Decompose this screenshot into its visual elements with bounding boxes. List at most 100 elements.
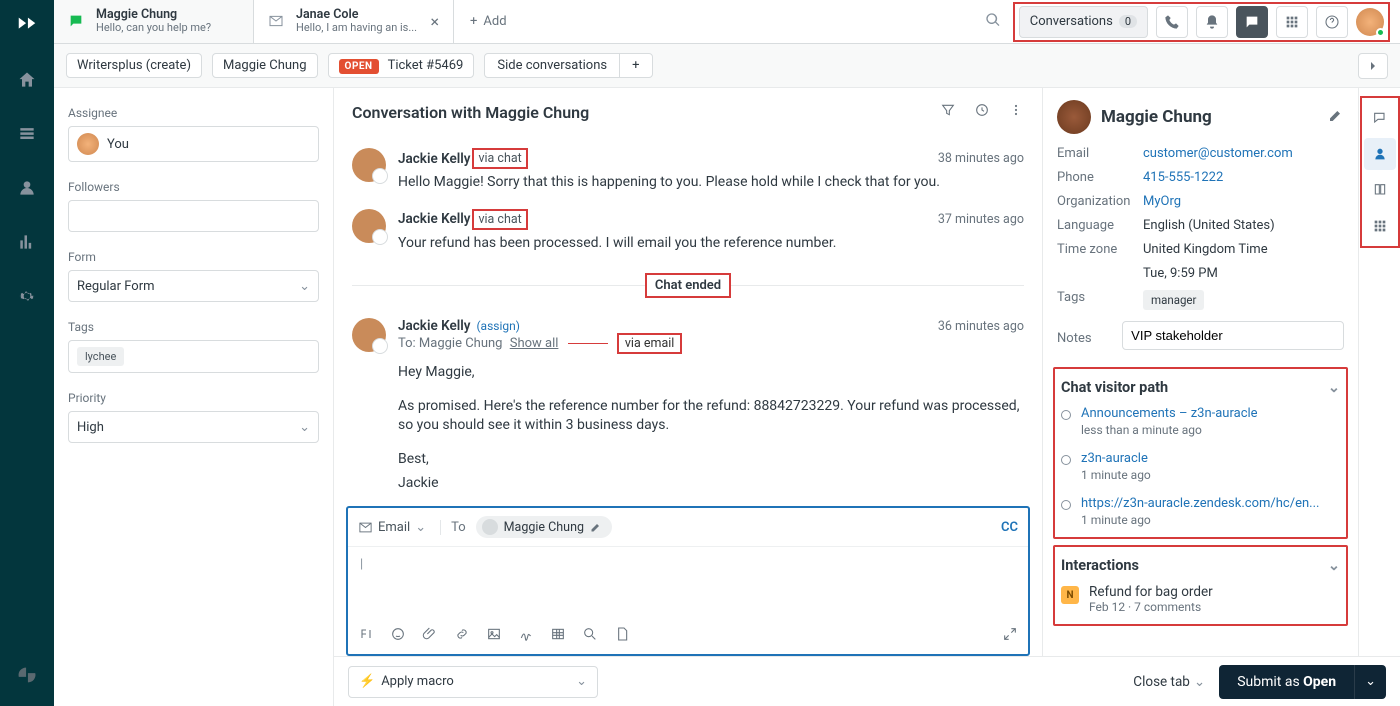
reporting-icon[interactable]: [17, 232, 37, 256]
via-chat-badge: via chat: [472, 209, 527, 230]
email-value[interactable]: customer@customer.com: [1143, 146, 1344, 161]
reply-composer: Email ⌄ To Maggie Chung CC |: [346, 506, 1030, 656]
show-all-link[interactable]: Show all: [510, 336, 559, 351]
recipient-chip[interactable]: Maggie Chung: [476, 516, 612, 538]
tab-subtitle: Hello, can you help me?: [96, 22, 211, 35]
assignee-field[interactable]: You: [68, 126, 319, 162]
cust-tag-chip: manager: [1143, 290, 1204, 310]
expand-panel-button[interactable]: [1358, 53, 1388, 79]
add-side-conversation-button[interactable]: +: [619, 54, 651, 77]
conversations-button[interactable]: Conversations 0: [1019, 6, 1148, 38]
home-icon[interactable]: [17, 70, 37, 94]
composer-textarea[interactable]: |: [348, 547, 1028, 618]
cc-button[interactable]: CC: [1001, 520, 1018, 535]
search-kb-icon[interactable]: [582, 626, 598, 646]
phone-label: Phone: [1057, 170, 1143, 185]
expand-composer-icon[interactable]: [1002, 626, 1018, 646]
message-time: 38 minutes ago: [938, 151, 1024, 166]
message-time: 36 minutes ago: [938, 319, 1024, 334]
signature-icon[interactable]: [518, 626, 534, 646]
chat-message: Jackie Kelly via chat 37 minutes ago You…: [352, 201, 1024, 262]
assign-link[interactable]: (assign): [476, 319, 519, 333]
submit-dropdown[interactable]: ⌄: [1354, 665, 1386, 699]
interaction-item[interactable]: N Refund for bag order Feb 12 · 7 commen…: [1061, 584, 1340, 614]
channel-select[interactable]: Email ⌄: [358, 520, 441, 535]
close-tab-icon[interactable]: ×: [430, 12, 439, 31]
form-value: Regular Form: [77, 279, 155, 294]
path-link[interactable]: z3n-auracle: [1081, 451, 1151, 466]
views-icon[interactable]: [17, 124, 37, 148]
notifications-icon[interactable]: [1196, 6, 1228, 38]
visitor-path-title: Chat visitor path: [1061, 379, 1168, 396]
filter-icon[interactable]: [940, 102, 956, 122]
search-icon[interactable]: [985, 12, 1001, 32]
user-panel-icon[interactable]: [1364, 138, 1396, 170]
message-text: Your refund has been processed. I will e…: [398, 234, 1024, 254]
tab-janae-cole[interactable]: Janae Cole Hello, I am having an is... ×: [254, 0, 454, 43]
attachment-icon[interactable]: [422, 626, 438, 646]
followers-field[interactable]: [68, 200, 319, 232]
email-greeting: Hey Maggie,: [398, 363, 1024, 383]
tab-maggie-chung[interactable]: Maggie Chung Hello, can you help me?: [54, 0, 254, 43]
chevron-down-icon: ⌄: [1194, 674, 1205, 690]
tags-field[interactable]: lychee: [68, 340, 319, 373]
breadcrumb-org[interactable]: Writersplus (create): [66, 53, 202, 78]
chat-icon[interactable]: [1236, 6, 1268, 38]
close-tab-button[interactable]: Close tab ⌄: [1133, 674, 1205, 690]
link-icon[interactable]: [454, 626, 470, 646]
edit-icon[interactable]: [590, 521, 602, 533]
tz-value: United Kingdom Time: [1143, 242, 1344, 257]
admin-icon[interactable]: [17, 286, 37, 310]
cust-tags-label: Tags: [1057, 290, 1143, 310]
text-format-icon[interactable]: [358, 626, 374, 646]
path-meta: 1 minute ago: [1081, 468, 1151, 482]
phone-value[interactable]: 415-555-1222: [1143, 170, 1344, 185]
apps-panel-icon[interactable]: [1364, 210, 1396, 242]
user-avatar[interactable]: [1356, 8, 1384, 36]
path-link[interactable]: Announcements – z3n-auracle: [1081, 406, 1258, 421]
interaction-meta: Feb 12 · 7 comments: [1089, 600, 1213, 614]
help-icon[interactable]: [1316, 6, 1348, 38]
chevron-down-icon[interactable]: ⌄: [1328, 379, 1340, 396]
conversation-main: Conversation with Maggie Chung Jackie Ke…: [334, 88, 1042, 656]
breadcrumb-requester[interactable]: Maggie Chung: [212, 53, 318, 78]
image-icon[interactable]: [486, 626, 502, 646]
document-icon[interactable]: [614, 626, 630, 646]
more-icon[interactable]: [1008, 102, 1024, 122]
status-open-badge: OPEN: [339, 59, 379, 74]
chevron-down-icon[interactable]: ⌄: [1328, 557, 1340, 574]
org-value[interactable]: MyOrg: [1143, 194, 1344, 209]
interactions-card: Interactions ⌄ N Refund for bag order Fe…: [1053, 545, 1348, 626]
edit-customer-icon[interactable]: [1328, 107, 1344, 127]
interaction-title: Refund for bag order: [1089, 584, 1213, 600]
table-icon[interactable]: [550, 626, 566, 646]
conversation-title: Conversation with Maggie Chung: [352, 103, 589, 122]
side-conversations-button[interactable]: Side conversations: [485, 54, 619, 77]
brand-logo-icon: [16, 14, 38, 40]
conversations-panel-icon[interactable]: [1364, 102, 1396, 134]
submit-button[interactable]: Submit as Open ⌄: [1219, 665, 1386, 699]
priority-select[interactable]: High ⌄: [68, 411, 319, 443]
notes-input[interactable]: [1122, 321, 1344, 350]
notes-label: Notes: [1057, 331, 1122, 346]
email-channel-icon: [268, 13, 286, 31]
add-tab-button[interactable]: + Add: [454, 0, 523, 43]
chevron-down-icon: ⌄: [576, 674, 587, 689]
recipient-name: Maggie Chung: [504, 520, 584, 535]
ticket-pill[interactable]: OPEN Ticket #5469: [328, 53, 475, 78]
knowledge-panel-icon[interactable]: [1364, 174, 1396, 206]
path-item: Announcements – z3n-auracleless than a m…: [1061, 406, 1340, 437]
email-body: As promised. Here's the reference number…: [398, 397, 1024, 436]
lang-value: English (United States): [1143, 218, 1344, 233]
form-select[interactable]: Regular Form ⌄: [68, 270, 319, 302]
phone-icon[interactable]: [1156, 6, 1188, 38]
path-link[interactable]: https://z3n-auracle.zendesk.com/hc/en...: [1081, 496, 1319, 511]
ticket-properties-sidebar: Assignee You Followers Form Regular Form…: [54, 88, 334, 706]
emoji-icon[interactable]: [390, 626, 406, 646]
customers-icon[interactable]: [17, 178, 37, 202]
history-icon[interactable]: [974, 102, 990, 122]
agent-avatar: [352, 148, 386, 182]
priority-value: High: [77, 420, 104, 435]
apps-grid-icon[interactable]: [1276, 6, 1308, 38]
apply-macro-select[interactable]: ⚡ Apply macro ⌄: [348, 666, 598, 698]
